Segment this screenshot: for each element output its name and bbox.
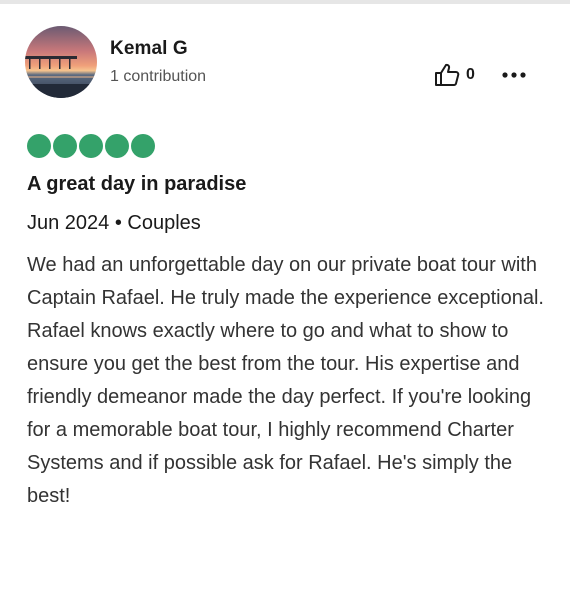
- review-card: Kemal G 1 contribution 0 A great day in …: [0, 4, 570, 594]
- helpful-count: 0: [466, 66, 475, 83]
- avatar-image: [25, 26, 97, 98]
- helpful-vote-button[interactable]: 0: [434, 62, 475, 88]
- rating-bubble-filled: [53, 134, 77, 158]
- rating-bubble-filled: [105, 134, 129, 158]
- rating-bubble-filled: [27, 134, 51, 158]
- rating-bubble-filled: [79, 134, 103, 158]
- rating-bubble-filled: [131, 134, 155, 158]
- review-body: We had an unforgettable day on our priva…: [27, 254, 544, 507]
- review-title[interactable]: A great day in paradise: [27, 173, 246, 196]
- avatar[interactable]: [25, 26, 97, 98]
- thumbs-up-icon: [435, 63, 460, 86]
- contribution-count: 1 contribution: [110, 68, 207, 85]
- reviewer-name[interactable]: Kemal G: [110, 38, 188, 60]
- more-options-button[interactable]: [500, 62, 528, 88]
- visit-date-type: Jun 2024 • Couples: [27, 212, 201, 234]
- more-options-icon: [502, 72, 526, 78]
- rating-bubbles: [27, 134, 155, 158]
